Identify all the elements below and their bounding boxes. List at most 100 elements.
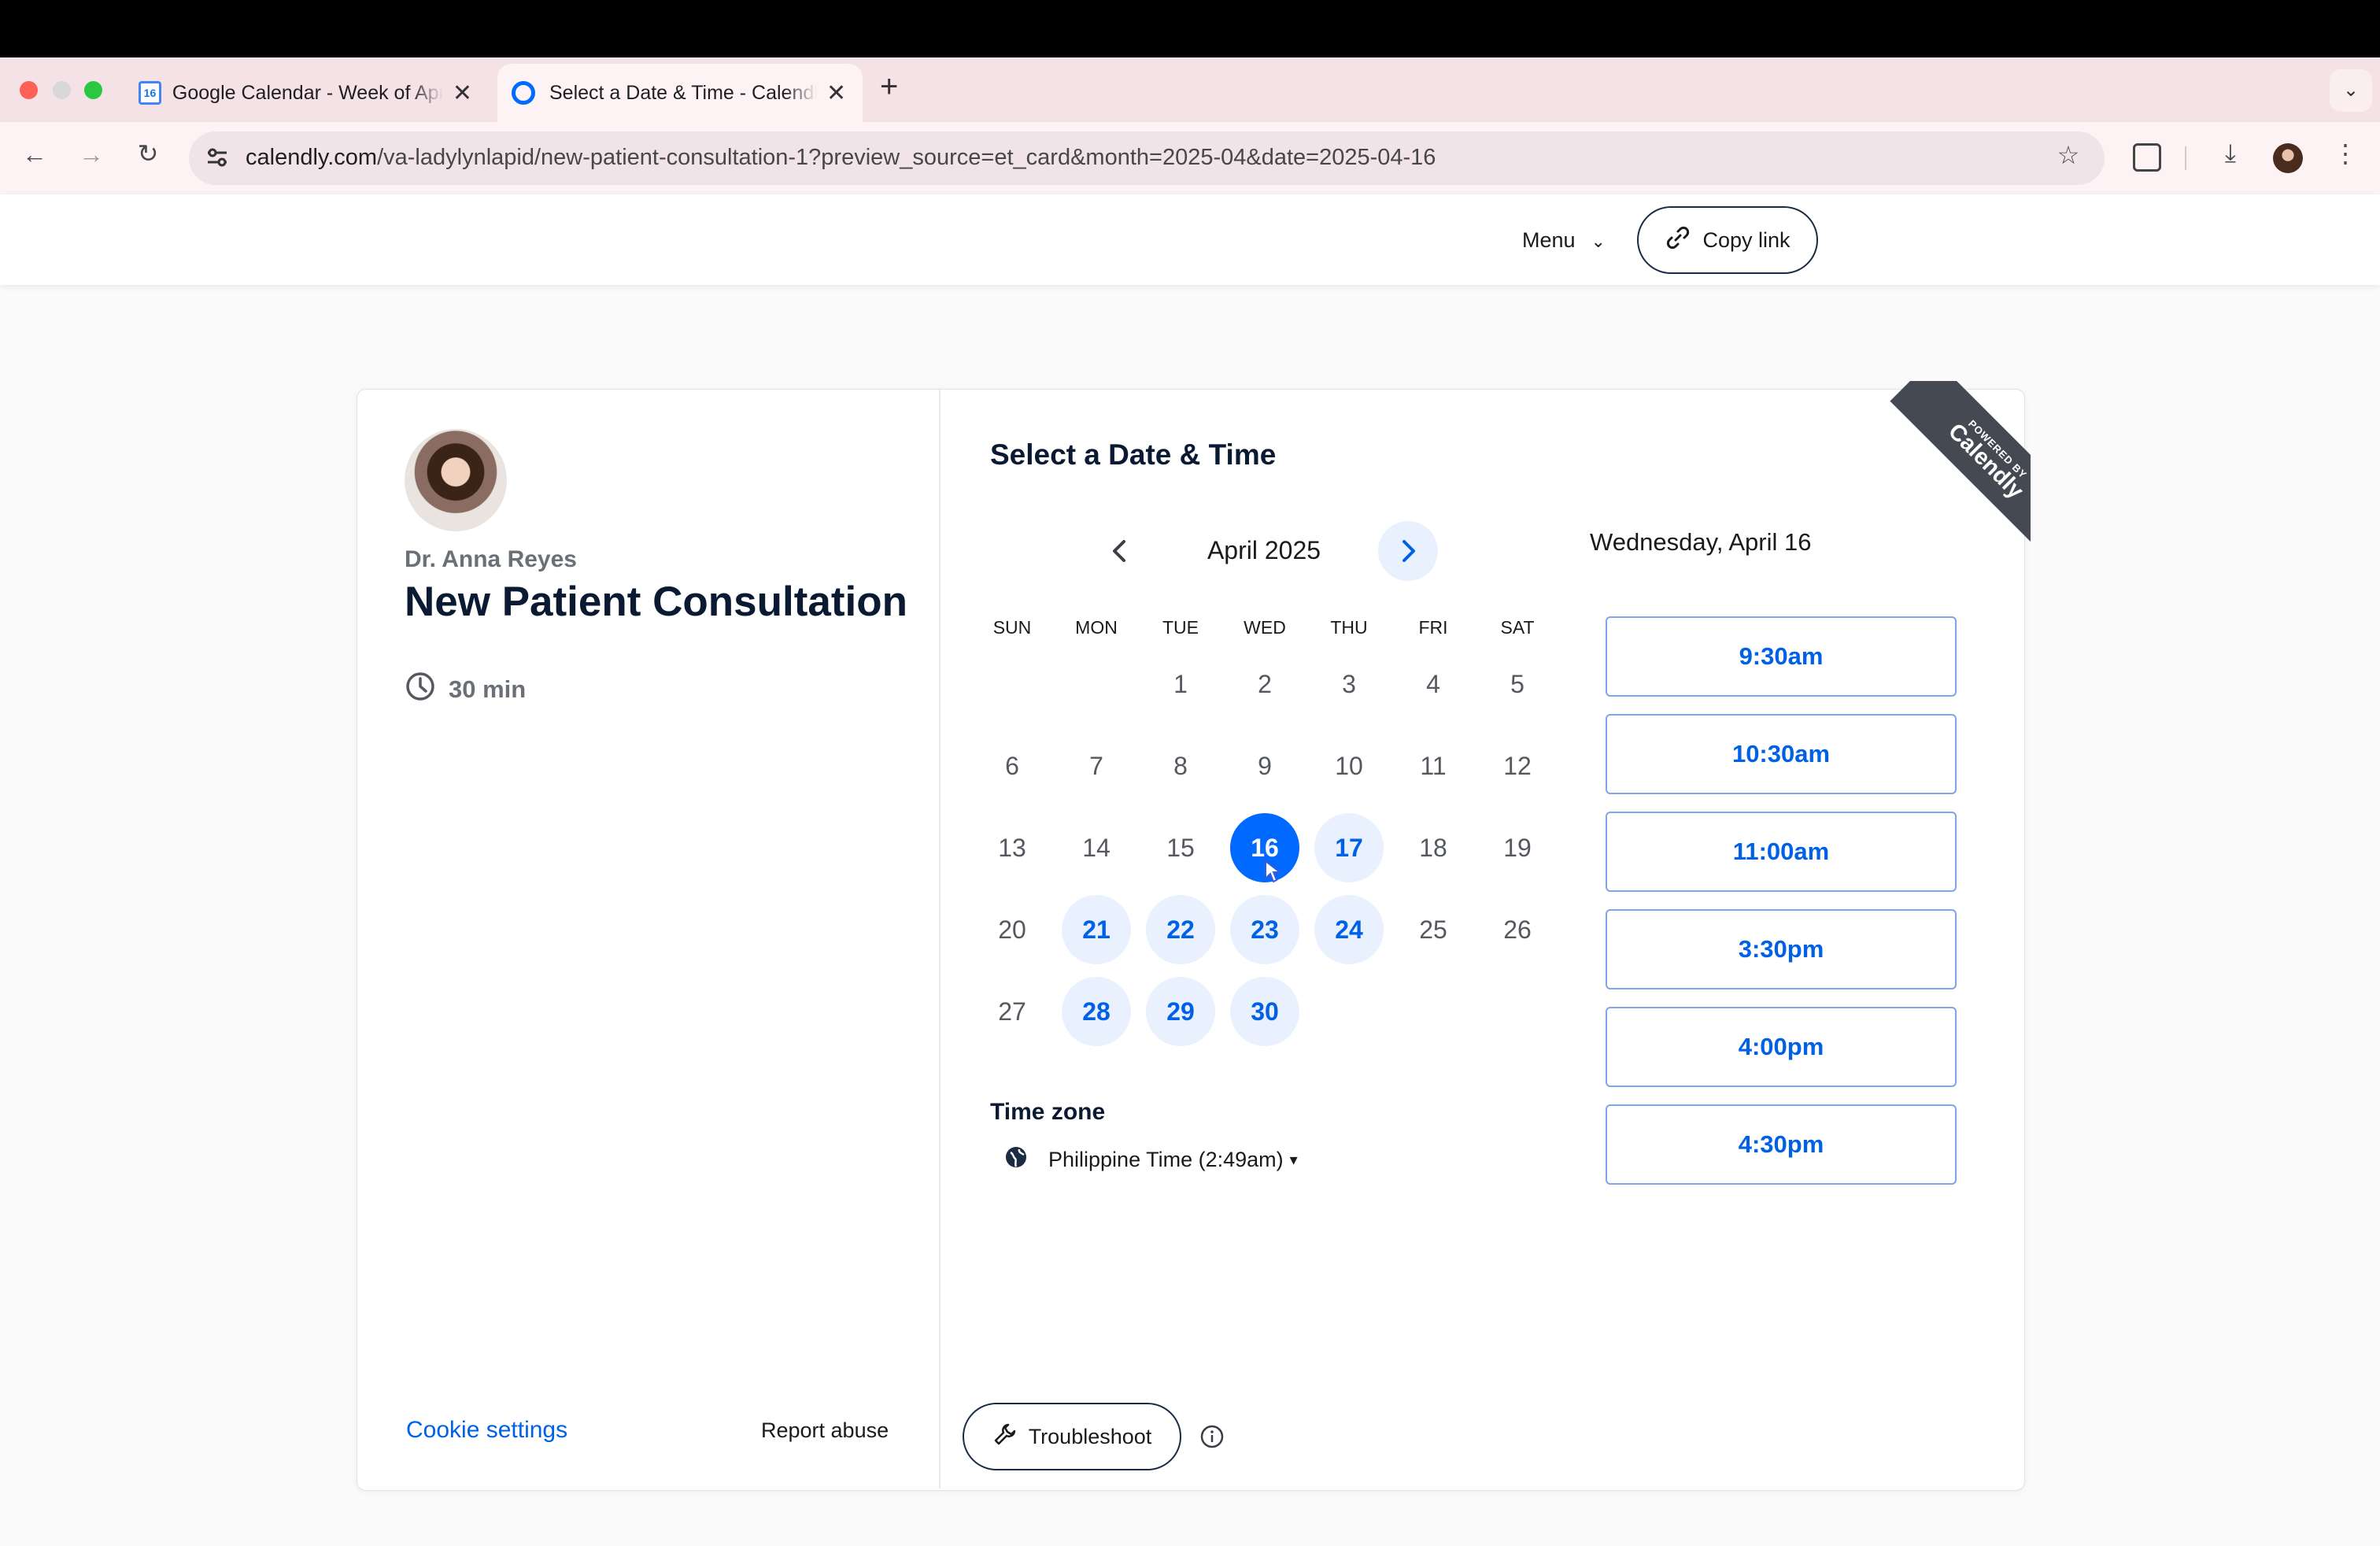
weekday-mon: MON bbox=[1075, 617, 1118, 638]
weekday-tue: TUE bbox=[1162, 617, 1199, 638]
forward-icon[interactable]: → bbox=[74, 140, 109, 169]
calendar-day: 10 bbox=[1335, 751, 1363, 780]
minimize-window-button[interactable] bbox=[53, 81, 71, 99]
calendar-day: 26 bbox=[1503, 915, 1532, 944]
timezone-label: Time zone bbox=[990, 1099, 1106, 1125]
google-calendar-icon: 16 bbox=[139, 81, 161, 105]
host-avatar bbox=[405, 429, 507, 531]
calendar-day: 15 bbox=[1166, 833, 1195, 862]
toolbar-divider bbox=[2185, 146, 2186, 170]
calendar-day[interactable]: 29 bbox=[1146, 977, 1215, 1046]
chevron-left-icon bbox=[1113, 540, 1125, 562]
extensions-icon[interactable] bbox=[2133, 143, 2161, 172]
calendar-day[interactable]: 24 bbox=[1314, 895, 1384, 964]
tab-google-calendar[interactable]: 16 Google Calendar - Week of April ✕ bbox=[124, 64, 486, 122]
weekday-sat: SAT bbox=[1500, 617, 1535, 638]
calendar-day: 14 bbox=[1082, 833, 1111, 862]
event-duration: 30 min bbox=[405, 671, 526, 708]
calendar-day: 7 bbox=[1089, 751, 1103, 780]
scheduler-heading: Select a Date & Time bbox=[990, 438, 1277, 471]
calendar-day: 9 bbox=[1258, 751, 1272, 780]
calendar-day: 25 bbox=[1419, 915, 1447, 944]
calendar-day: 19 bbox=[1503, 833, 1532, 862]
new-tab-button[interactable]: + bbox=[880, 69, 898, 105]
calendar-day[interactable]: 21 bbox=[1062, 895, 1131, 964]
chevron-right-icon bbox=[1402, 540, 1415, 562]
calendar-day: 12 bbox=[1503, 751, 1532, 780]
close-tab-icon[interactable]: ✕ bbox=[826, 80, 846, 107]
url-text: calendly.com/va-ladylynlapid/new-patient… bbox=[246, 145, 1436, 170]
calendar-day: 1 bbox=[1173, 669, 1188, 698]
selected-date-heading: Wednesday, April 16 bbox=[1590, 528, 1812, 556]
calendar-day[interactable]: 30 bbox=[1230, 977, 1299, 1046]
calendar-day[interactable]: 28 bbox=[1062, 977, 1131, 1046]
card-divider bbox=[939, 390, 941, 1489]
menu-button[interactable]: Menu ⌄ bbox=[1522, 228, 1606, 253]
next-month-button[interactable] bbox=[1378, 521, 1438, 581]
bookmark-star-icon[interactable]: ☆ bbox=[2051, 140, 2086, 170]
link-icon bbox=[1665, 224, 1691, 257]
time-slot-button[interactable]: 9:30am bbox=[1606, 616, 1957, 697]
tab-title: Select a Date & Time - Calendly bbox=[549, 81, 817, 104]
maximize-window-button[interactable] bbox=[84, 81, 102, 99]
copy-link-button[interactable]: Copy link bbox=[1637, 206, 1818, 274]
powered-by-calendly-ribbon[interactable]: POWERED BY Calendly bbox=[1865, 381, 2031, 546]
site-settings-icon[interactable] bbox=[203, 143, 231, 172]
calendar-day: 27 bbox=[998, 997, 1026, 1026]
profile-avatar[interactable] bbox=[2273, 143, 2303, 173]
calendar-day[interactable]: 22 bbox=[1146, 895, 1215, 964]
globe-icon bbox=[1004, 1145, 1028, 1174]
chevron-down-icon: ⌄ bbox=[1591, 231, 1606, 251]
copy-link-label: Copy link bbox=[1702, 227, 1791, 252]
calendar-day[interactable]: 23 bbox=[1230, 895, 1299, 964]
caret-down-icon: ▾ bbox=[1289, 1152, 1298, 1169]
calendar-day[interactable]: 17 bbox=[1314, 813, 1384, 882]
calendar-day: 3 bbox=[1342, 669, 1356, 698]
clock-icon bbox=[405, 671, 436, 708]
cookie-settings-link[interactable]: Cookie settings bbox=[406, 1417, 567, 1444]
browser-menu-icon[interactable]: ⋮ bbox=[2328, 139, 2363, 168]
weekday-fri: FRI bbox=[1418, 617, 1448, 638]
info-icon[interactable] bbox=[1200, 1425, 1224, 1448]
duration-label: 30 min bbox=[449, 675, 527, 703]
previous-month-button[interactable] bbox=[1103, 529, 1135, 573]
calendly-icon bbox=[512, 81, 535, 105]
screen-top-bar bbox=[0, 0, 2380, 57]
calendar-day: 4 bbox=[1426, 669, 1440, 698]
weekday-sun: SUN bbox=[992, 617, 1032, 638]
calendar-day: 20 bbox=[998, 915, 1026, 944]
reload-icon[interactable]: ↻ bbox=[131, 139, 165, 168]
troubleshoot-label: Troubleshoot bbox=[1028, 1424, 1152, 1448]
calendar-day: 5 bbox=[1510, 669, 1524, 698]
time-slot-button[interactable]: 4:00pm bbox=[1606, 1007, 1957, 1087]
close-window-button[interactable] bbox=[20, 81, 38, 99]
timezone-value: Philippine Time (2:49am) bbox=[1048, 1148, 1284, 1171]
weekday-wed: WED bbox=[1244, 617, 1286, 638]
time-slot-button[interactable]: 11:00am bbox=[1606, 812, 1957, 892]
mouse-cursor-icon bbox=[1264, 859, 1282, 887]
download-icon[interactable]: ⤓ bbox=[2213, 139, 2248, 168]
wrench-icon bbox=[992, 1422, 1018, 1452]
troubleshoot-button[interactable]: Troubleshoot bbox=[963, 1403, 1181, 1470]
time-slot-button[interactable]: 10:30am bbox=[1606, 714, 1957, 794]
tab-calendly[interactable]: Select a Date & Time - Calendly ✕ bbox=[497, 64, 863, 122]
back-icon[interactable]: ← bbox=[17, 140, 52, 169]
host-name: Dr. Anna Reyes bbox=[405, 546, 577, 572]
report-abuse-link[interactable]: Report abuse bbox=[761, 1418, 889, 1443]
calendar-day: 11 bbox=[1420, 751, 1447, 780]
time-slot-button[interactable]: 4:30pm bbox=[1606, 1104, 1957, 1185]
event-title: New Patient Consultation bbox=[405, 579, 907, 625]
weekday-thu: THU bbox=[1330, 617, 1368, 638]
time-slot-button[interactable]: 3:30pm bbox=[1606, 909, 1957, 989]
timezone-select[interactable]: Philippine Time (2:49am) ▾ bbox=[1004, 1145, 1298, 1174]
calendar-day: 6 bbox=[1005, 751, 1019, 780]
close-tab-icon[interactable]: ✕ bbox=[453, 80, 472, 107]
calendar-day: 18 bbox=[1419, 833, 1447, 862]
calendar-day: 8 bbox=[1173, 751, 1188, 780]
tab-title: Google Calendar - Week of April bbox=[172, 81, 443, 104]
calendar-day: 13 bbox=[998, 833, 1026, 862]
month-label: April 2025 bbox=[1207, 536, 1321, 564]
calendar-day: 2 bbox=[1258, 669, 1272, 698]
tab-search-chevron-icon[interactable]: ⌄ bbox=[2330, 69, 2372, 112]
page-header bbox=[0, 194, 2380, 285]
